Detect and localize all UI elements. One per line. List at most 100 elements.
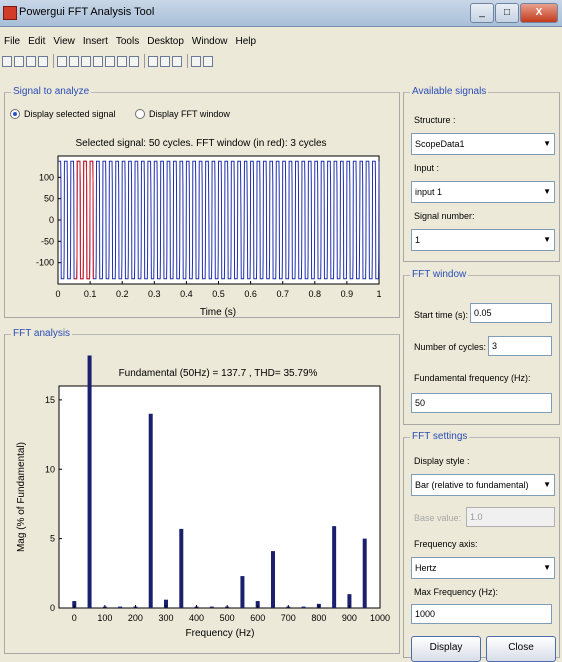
zoom-out-icon[interactable] — [81, 55, 91, 67]
fft-x-tick-label: 300 — [158, 613, 173, 623]
fft-x-tick-label: 600 — [250, 613, 265, 623]
minimize-button[interactable]: _ — [470, 3, 494, 23]
fft-bar — [332, 526, 337, 608]
base-value-input: 1.0 — [466, 507, 555, 527]
data-cursor-icon[interactable] — [117, 55, 127, 67]
frequency-axis-value: Hertz — [415, 563, 437, 573]
chevron-down-icon: ▼ — [543, 480, 551, 489]
fundamental-frequency-input[interactable]: 50 — [411, 393, 552, 413]
app-icon — [3, 6, 17, 20]
signal-plot-title: Selected signal: 50 cycles. FFT window (… — [75, 138, 326, 149]
signal-xlabel: Time (s) — [200, 307, 236, 318]
structure-dropdown[interactable]: ScopeData1 ▼ — [411, 133, 555, 155]
max-frequency-input[interactable]: 1000 — [411, 604, 552, 624]
close-button[interactable]: Close — [486, 636, 556, 662]
menu-help[interactable]: Help — [232, 34, 261, 50]
available-signals-title: Available signals — [410, 86, 489, 97]
fft-bar — [179, 528, 184, 608]
signal-y-tick-label: -100 — [36, 258, 54, 268]
menu-window[interactable]: Window — [188, 34, 232, 50]
pan-icon[interactable] — [93, 55, 103, 67]
signal-number-value: 1 — [415, 235, 421, 245]
menu-bar: File Edit View Insert Tools Desktop Wind… — [0, 34, 562, 50]
chevron-down-icon: ▼ — [543, 235, 551, 244]
signal-panel-title: Signal to analyze — [11, 86, 92, 97]
signal-x-tick-label: 0.5 — [212, 289, 225, 299]
fft-y-tick-label: 5 — [50, 534, 55, 544]
open-file-icon[interactable] — [14, 55, 24, 67]
signal-x-tick-label: 0 — [55, 289, 60, 299]
radio-display-selected-signal[interactable]: Display selected signal — [10, 109, 116, 119]
input-value: input 1 — [415, 187, 443, 197]
menu-tools[interactable]: Tools — [112, 34, 143, 50]
frequency-axis-dropdown[interactable]: Hertz ▼ — [411, 557, 555, 579]
menu-edit[interactable]: Edit — [24, 34, 49, 50]
fft-x-tick-label: 100 — [97, 613, 112, 623]
maximize-button[interactable]: □ — [495, 3, 519, 23]
edit-plot-icon[interactable] — [57, 55, 67, 67]
fft-bar — [271, 551, 275, 608]
print-icon[interactable] — [38, 55, 48, 67]
toolbar-separator — [144, 54, 145, 68]
radio-fft-label: Display FFT window — [149, 109, 230, 119]
structure-value: ScopeData1 — [415, 139, 465, 149]
signal-x-tick-label: 0.7 — [276, 289, 289, 299]
title-bar: Powergui FFT Analysis Tool _ □ X — [0, 0, 562, 27]
fft-x-tick-label: 700 — [281, 613, 296, 623]
fft-analysis-title: FFT analysis — [11, 328, 73, 339]
menu-desktop[interactable]: Desktop — [143, 34, 188, 50]
fft-settings-title: FFT settings — [410, 431, 470, 442]
signal-y-tick-label: 100 — [39, 172, 54, 182]
fft-x-tick-label: 400 — [189, 613, 204, 623]
signal-number-dropdown[interactable]: 1 ▼ — [411, 229, 555, 251]
fft-bar — [148, 413, 153, 608]
signal-x-tick-label: 0.6 — [244, 289, 257, 299]
display-style-label: Display style : — [414, 456, 470, 466]
input-dropdown[interactable]: input 1 ▼ — [411, 181, 555, 203]
zoom-in-icon[interactable] — [69, 55, 79, 67]
menu-view[interactable]: View — [49, 34, 79, 50]
display-style-dropdown[interactable]: Bar (relative to fundamental) ▼ — [411, 474, 555, 496]
new-file-icon[interactable] — [2, 55, 12, 67]
show-plot-tools-icon[interactable] — [203, 55, 213, 67]
menu-insert[interactable]: Insert — [79, 34, 112, 50]
fft-bar — [240, 576, 245, 608]
signal-x-tick-label: 0.3 — [148, 289, 161, 299]
close-window-button[interactable]: X — [520, 3, 558, 23]
save-icon[interactable] — [26, 55, 36, 67]
max-frequency-label: Max Frequency (Hz): — [414, 587, 499, 597]
fft-bar — [87, 355, 92, 608]
fft-bar — [118, 606, 123, 608]
fft-x-tick-label: 900 — [342, 613, 357, 623]
fft-ylabel: Mag (% of Fundamental) — [16, 442, 27, 552]
structure-label: Structure : — [414, 115, 456, 125]
fft-x-tick-label: 800 — [311, 613, 326, 623]
toolbar-separator — [187, 54, 188, 68]
number-of-cycles-input[interactable]: 3 — [488, 336, 552, 356]
window-title: Powergui FFT Analysis Tool — [19, 6, 155, 18]
fft-x-tick-label: 0 — [72, 613, 77, 623]
radio-unselected-icon — [135, 109, 145, 119]
fft-plot-area — [58, 385, 381, 609]
display-style-value: Bar (relative to fundamental) — [415, 480, 529, 490]
number-of-cycles-label: Number of cycles: — [414, 342, 487, 352]
base-value-label: Base value: — [414, 513, 462, 523]
menu-file[interactable]: File — [0, 34, 24, 50]
start-time-input[interactable]: 0.05 — [470, 303, 552, 323]
toolbar — [0, 52, 562, 70]
display-button[interactable]: Display — [411, 636, 481, 662]
link-plot-icon[interactable] — [148, 55, 158, 67]
signal-x-tick-label: 0.1 — [84, 289, 97, 299]
legend-icon[interactable] — [172, 55, 182, 67]
brush-icon[interactable] — [129, 55, 139, 67]
frequency-axis-label: Frequency axis: — [414, 539, 478, 549]
radio-selected-icon — [10, 109, 20, 119]
hide-plot-tools-icon[interactable] — [191, 55, 201, 67]
radio-display-fft-window[interactable]: Display FFT window — [135, 109, 230, 119]
signal-y-tick-label: 50 — [44, 194, 54, 204]
start-time-label: Start time (s): — [414, 310, 469, 320]
fft-plot-title: Fundamental (50Hz) = 137.7 , THD= 35.79% — [119, 368, 318, 379]
signal-number-label: Signal number: — [414, 211, 475, 221]
rotate-icon[interactable] — [105, 55, 115, 67]
colorbar-icon[interactable] — [160, 55, 170, 67]
